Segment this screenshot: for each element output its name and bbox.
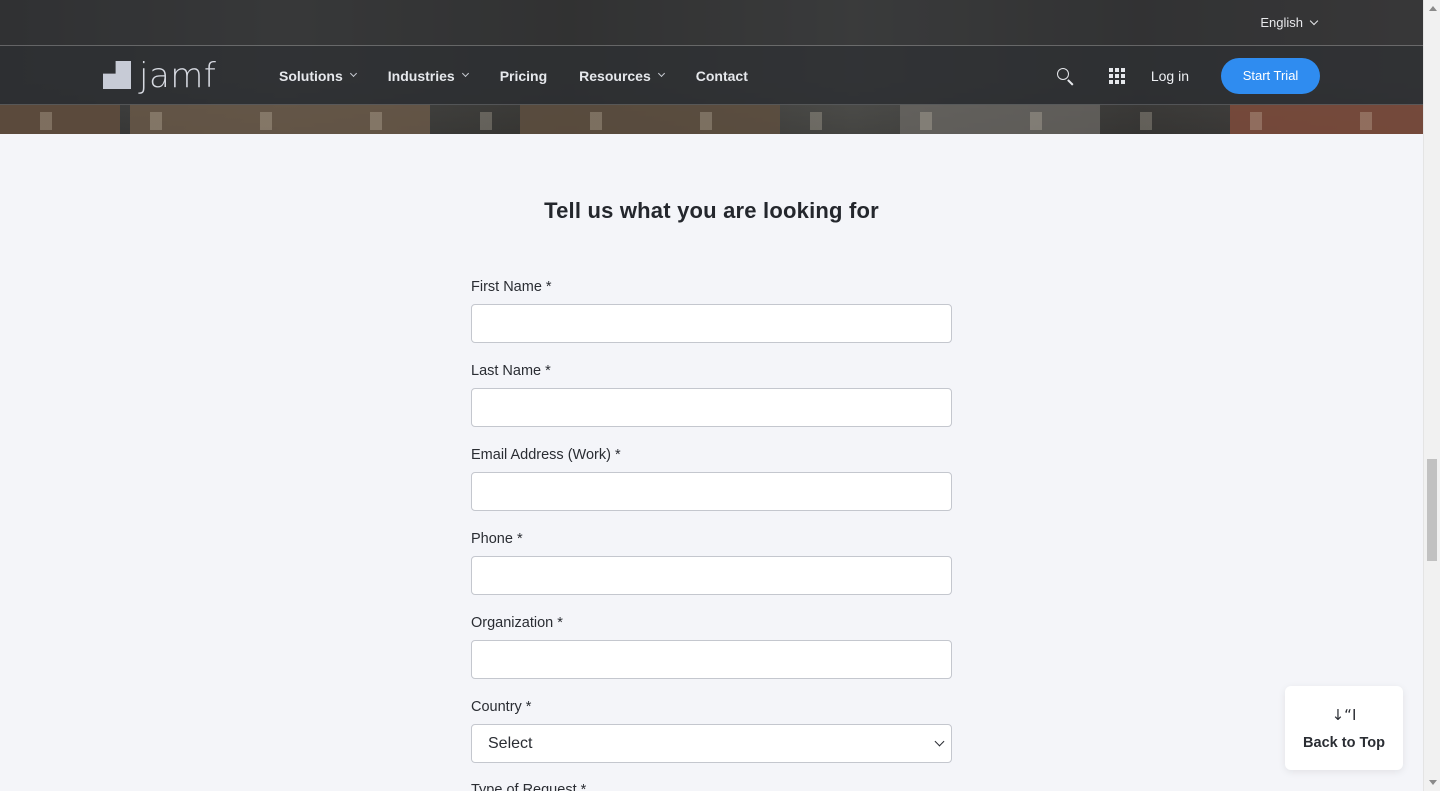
chevron-down-icon bbox=[657, 69, 665, 78]
logo-text: jamf bbox=[139, 56, 217, 96]
nav-item-industries[interactable]: Industries bbox=[387, 67, 469, 84]
chevron-down-icon bbox=[461, 69, 469, 78]
organization-input[interactable] bbox=[471, 640, 952, 679]
chevron-down-icon bbox=[934, 736, 945, 747]
chevron-down-icon bbox=[1309, 16, 1319, 25]
organization-field: Organization * bbox=[471, 615, 952, 679]
scrollbar-thumb[interactable] bbox=[1427, 459, 1437, 561]
last-name-input[interactable] bbox=[471, 388, 952, 427]
nav-item-label: Resources bbox=[579, 67, 651, 84]
language-selector[interactable]: English bbox=[1260, 15, 1319, 30]
phone-input[interactable] bbox=[471, 556, 952, 595]
language-label: English bbox=[1260, 15, 1303, 30]
back-to-top-button[interactable]: ↓“I Back to Top bbox=[1285, 686, 1403, 770]
nav-item-pricing[interactable]: Pricing bbox=[500, 68, 547, 84]
contact-form: First Name * Last Name * Email Address (… bbox=[471, 279, 952, 763]
last-name-field: Last Name * bbox=[471, 363, 952, 427]
start-trial-button[interactable]: Start Trial bbox=[1221, 57, 1320, 94]
nav-item-label: Pricing bbox=[499, 67, 548, 84]
request-type-label: Type of Request * bbox=[471, 782, 587, 791]
nav-item-label: Industries bbox=[387, 67, 455, 84]
nav-item-contact[interactable]: Contact bbox=[696, 68, 748, 84]
arrow-up-icon: ↓“I bbox=[1331, 706, 1357, 724]
first-name-field: First Name * bbox=[471, 279, 952, 343]
phone-label: Phone * bbox=[471, 531, 523, 547]
jamf-logo[interactable]: jamf bbox=[103, 57, 216, 93]
nav-item-resources[interactable]: Resources bbox=[579, 67, 665, 84]
country-selected-value: Select bbox=[488, 735, 533, 752]
last-name-label: Last Name * bbox=[471, 363, 551, 379]
top-utility-bar: English bbox=[0, 0, 1423, 46]
email-field: Email Address (Work) * bbox=[471, 447, 952, 511]
jamf-logo-icon bbox=[103, 61, 131, 89]
chevron-down-icon bbox=[349, 69, 357, 78]
nav-menu: Solutions Industries Pricing Resources C… bbox=[279, 46, 780, 105]
phone-field: Phone * bbox=[471, 531, 952, 595]
country-field: Country * Select bbox=[471, 699, 952, 763]
login-link[interactable]: Log in bbox=[1151, 68, 1189, 84]
first-name-label: First Name * bbox=[471, 279, 552, 295]
nav-item-label: Solutions bbox=[279, 67, 343, 84]
nav-actions: Log in Start Trial bbox=[1055, 46, 1320, 105]
search-icon[interactable] bbox=[1055, 66, 1075, 86]
nav-item-label: Contact bbox=[695, 67, 748, 84]
first-name-input[interactable] bbox=[471, 304, 952, 343]
form-heading: Tell us what you are looking for bbox=[544, 198, 879, 223]
nav-item-solutions[interactable]: Solutions bbox=[279, 67, 357, 84]
hero-windows bbox=[0, 112, 1423, 130]
email-input[interactable] bbox=[471, 472, 952, 511]
scroll-up-arrow-icon[interactable] bbox=[1429, 6, 1437, 11]
scroll-down-arrow-icon[interactable] bbox=[1429, 780, 1437, 785]
country-select[interactable]: Select bbox=[471, 724, 952, 763]
email-label: Email Address (Work) * bbox=[471, 447, 621, 463]
main-navigation: jamf Solutions Industries Pricing Resour… bbox=[0, 46, 1423, 105]
apps-grid-icon[interactable] bbox=[1108, 67, 1125, 84]
country-label: Country * bbox=[471, 699, 532, 715]
back-to-top-label: Back to Top bbox=[1303, 735, 1385, 751]
organization-label: Organization * bbox=[471, 615, 563, 631]
page-scrollbar[interactable] bbox=[1423, 0, 1440, 791]
